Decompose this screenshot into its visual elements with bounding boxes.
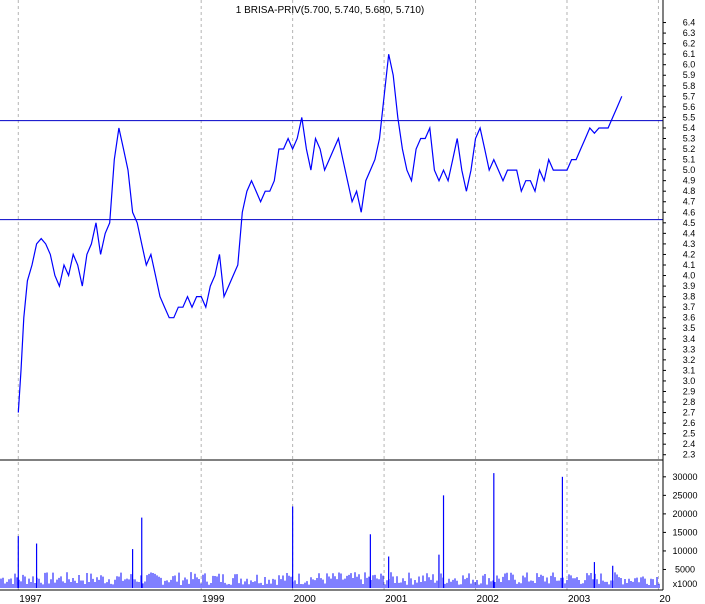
x-tick-label: 2002 bbox=[477, 594, 500, 604]
price-y-tick-label: 2.8 bbox=[683, 397, 696, 407]
price-y-tick-label: 4.8 bbox=[683, 186, 696, 196]
x-tick-label: 2003 bbox=[568, 594, 591, 604]
x-tick-label: 20 bbox=[659, 594, 671, 604]
price-y-tick-label: 2.9 bbox=[683, 386, 696, 396]
price-y-tick-label: 5.4 bbox=[683, 123, 696, 133]
price-y-tick-label: 3.6 bbox=[683, 313, 696, 323]
stock-chart: 6.46.36.26.16.05.95.85.75.65.55.45.35.25… bbox=[0, 0, 705, 604]
price-y-tick-label: 3.3 bbox=[683, 344, 696, 354]
price-y-tick-label: 2.3 bbox=[683, 450, 696, 460]
price-y-tick-label: 5.1 bbox=[683, 155, 696, 165]
price-y-tick-label: 4.4 bbox=[683, 228, 696, 238]
price-y-tick-label: 4.3 bbox=[683, 239, 696, 249]
price-y-tick-label: 3.4 bbox=[683, 334, 696, 344]
price-y-tick-label: 5.8 bbox=[683, 81, 696, 91]
chart-background bbox=[0, 0, 705, 604]
price-y-tick-label: 4.6 bbox=[683, 207, 696, 217]
volume-y-tick-label: 5000 bbox=[675, 564, 695, 574]
volume-y-tick-label: 30000 bbox=[672, 472, 697, 482]
price-y-tick-label: 5.9 bbox=[683, 70, 696, 80]
price-y-tick-label: 4.9 bbox=[683, 176, 696, 186]
x-tick-label: 1999 bbox=[202, 594, 225, 604]
price-y-tick-label: 6.2 bbox=[683, 39, 696, 49]
price-y-tick-label: 5.2 bbox=[683, 144, 696, 154]
price-y-tick-label: 5.7 bbox=[683, 91, 696, 101]
price-y-tick-label: 3.5 bbox=[683, 323, 696, 333]
price-y-tick-label: 2.6 bbox=[683, 418, 696, 428]
volume-y-tick-label: 25000 bbox=[672, 490, 697, 500]
price-y-tick-label: 3.2 bbox=[683, 355, 696, 365]
price-y-tick-label: 2.5 bbox=[683, 429, 696, 439]
price-y-tick-label: 3.8 bbox=[683, 292, 696, 302]
price-y-tick-label: 3.9 bbox=[683, 281, 696, 291]
price-y-tick-label: 5.3 bbox=[683, 133, 696, 143]
volume-y-tick-label: 20000 bbox=[672, 509, 697, 519]
price-y-tick-label: 3.7 bbox=[683, 302, 696, 312]
price-y-tick-label: 4.2 bbox=[683, 249, 696, 259]
price-y-tick-label: 2.4 bbox=[683, 439, 696, 449]
price-y-tick-label: 2.7 bbox=[683, 408, 696, 418]
volume-y-tick-label: x1000 bbox=[673, 579, 698, 589]
x-tick-label: 2001 bbox=[385, 594, 408, 604]
price-y-tick-label: 4.5 bbox=[683, 218, 696, 228]
volume-y-tick-label: 15000 bbox=[672, 527, 697, 537]
x-tick-label: 2000 bbox=[294, 594, 317, 604]
price-y-tick-label: 6.4 bbox=[683, 18, 696, 28]
price-y-tick-label: 6.0 bbox=[683, 60, 696, 70]
price-y-tick-label: 5.0 bbox=[683, 165, 696, 175]
x-tick-label: 1997 bbox=[19, 594, 42, 604]
volume-y-tick-label: 10000 bbox=[672, 546, 697, 556]
price-y-tick-label: 6.3 bbox=[683, 28, 696, 38]
price-y-tick-label: 5.6 bbox=[683, 102, 696, 112]
price-y-tick-label: 5.5 bbox=[683, 112, 696, 122]
price-y-tick-label: 3.0 bbox=[683, 376, 696, 386]
price-y-tick-label: 4.7 bbox=[683, 197, 696, 207]
chart-title: 1 BRISA-PRIV(5.700, 5.740, 5.680, 5.710) bbox=[236, 5, 424, 16]
price-y-tick-label: 3.1 bbox=[683, 365, 696, 375]
price-y-tick-label: 4.1 bbox=[683, 260, 696, 270]
price-y-tick-label: 4.0 bbox=[683, 271, 696, 281]
price-y-tick-label: 6.1 bbox=[683, 49, 696, 59]
